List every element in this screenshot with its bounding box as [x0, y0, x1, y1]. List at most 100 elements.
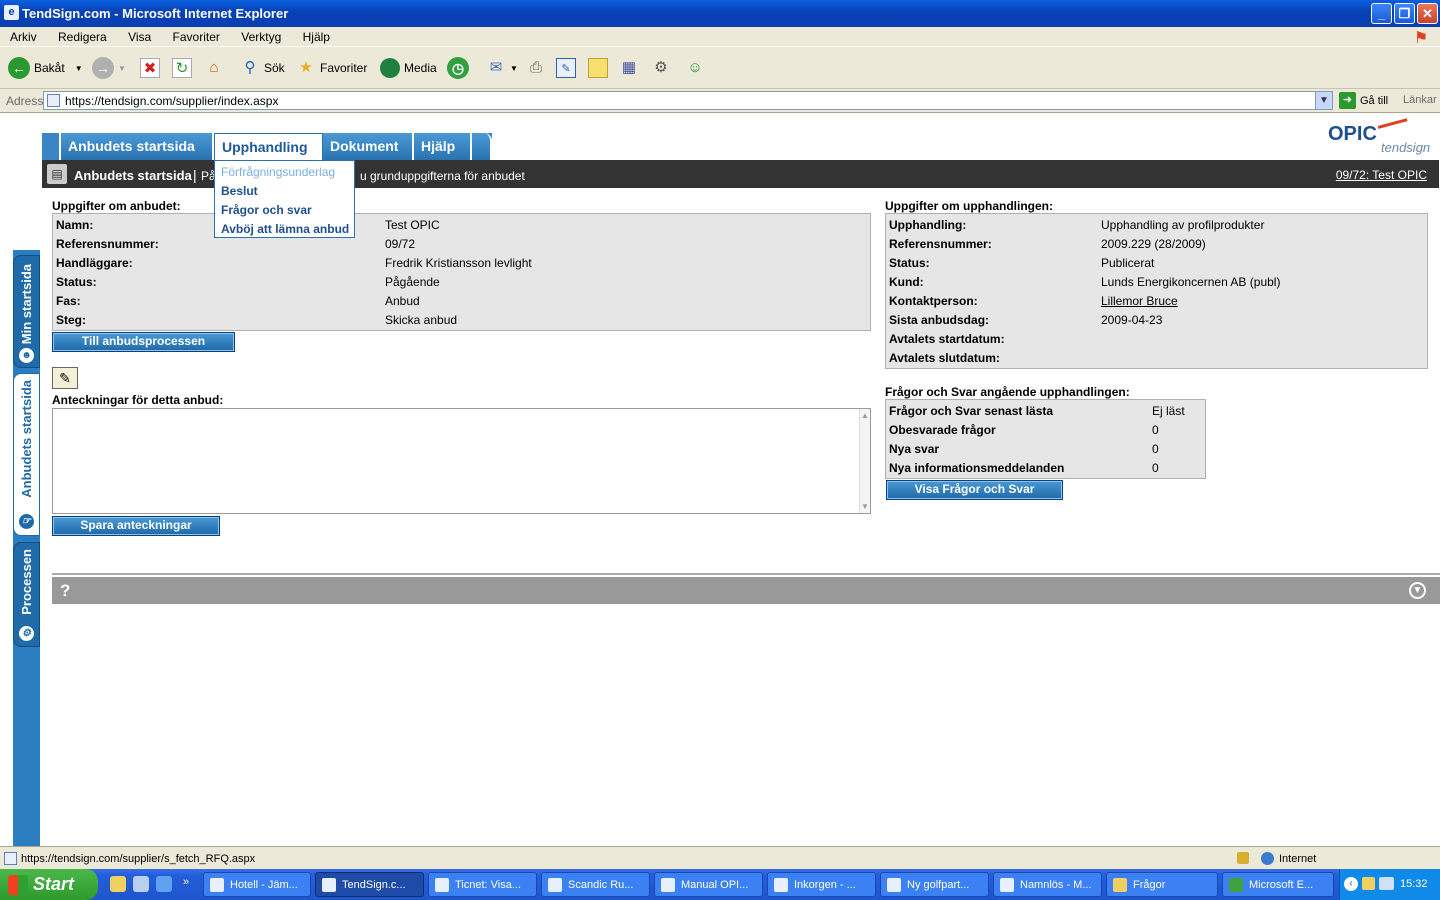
stop-button[interactable]: ✖	[140, 56, 160, 80]
address-bar: Adress https://tendsign.com/supplier/ind…	[0, 89, 1440, 113]
help-bar: ? ▼	[52, 577, 1440, 604]
zone-label: Internet	[1279, 853, 1317, 865]
user-icon: ☻	[19, 348, 34, 363]
bid-reference-link[interactable]: 09/72: Test OPIC	[1336, 168, 1427, 182]
nav-tab-upphandling[interactable]: Upphandling	[214, 133, 323, 160]
window-icon	[435, 878, 449, 892]
taskbar-label: Hotell - Jäm...	[230, 879, 298, 891]
outlook-icon	[774, 878, 788, 892]
history-button[interactable]: ◷	[447, 56, 469, 80]
ie-icon[interactable]	[156, 876, 172, 892]
media-globe-icon	[380, 58, 400, 78]
tools-button[interactable]: ⚙	[651, 56, 671, 80]
quicklaunch-icon[interactable]	[133, 876, 149, 892]
nav-tab-spacer	[42, 133, 61, 160]
lock-icon	[1237, 852, 1249, 864]
nav-tab-dokument[interactable]: Dokument	[323, 133, 414, 160]
field-value: Pågående	[385, 275, 440, 289]
menu-item-fragor-och-svar[interactable]: Frågor och svar	[221, 203, 312, 217]
field-label: Status:	[889, 256, 930, 270]
home-button[interactable]: ⌂	[204, 56, 224, 80]
expand-chevron-icon[interactable]: ▼	[1409, 582, 1426, 599]
nav-tab-end	[472, 133, 492, 160]
edit-button[interactable]: ✎	[556, 56, 576, 80]
taskbar-item[interactable]: Frågor	[1106, 872, 1218, 897]
notes-scrollbar[interactable]: ▲ ▼	[859, 409, 870, 513]
network-icon[interactable]	[1379, 877, 1394, 890]
links-button[interactable]: Länkar	[1403, 94, 1437, 106]
qa-section-title: Frågor och Svar angående upphandlingen:	[885, 385, 1130, 399]
go-button[interactable]: ➜ Gå till	[1339, 92, 1388, 109]
media-button[interactable]: Media	[380, 56, 437, 80]
side-tab-anbudets-startsida[interactable]: Anbudets startsida ☞	[13, 373, 40, 536]
menu-item-avboj[interactable]: Avböj att lämna anbud	[221, 222, 349, 236]
messenger-button[interactable]: ☺	[685, 56, 705, 80]
quicklaunch-expand-icon[interactable]: »	[183, 876, 189, 888]
field-value: 0	[1152, 442, 1159, 456]
tray-collapse-icon[interactable]: ‹	[1344, 877, 1358, 891]
menu-visa[interactable]: Visa	[128, 27, 151, 44]
refresh-button[interactable]: ↻	[172, 56, 192, 80]
excel-icon	[1229, 878, 1243, 892]
research-button[interactable]: ▦	[619, 56, 639, 80]
back-button[interactable]: ← Bakåt ▼	[8, 56, 83, 80]
tray-app-icon[interactable]	[1362, 877, 1375, 890]
scroll-down-icon[interactable]: ▼	[861, 502, 869, 511]
window-icon	[548, 878, 562, 892]
restore-button[interactable]: ❐	[1394, 3, 1415, 24]
taskbar-item[interactable]: TendSign.c...	[315, 872, 424, 897]
menu-item-forfragningsunderlag[interactable]: Förfrågningsunderlag	[221, 165, 335, 179]
discuss-button[interactable]	[588, 56, 608, 80]
window-title-bar[interactable]: e TendSign.com - Microsoft Internet Expl…	[0, 0, 1440, 27]
menu-favoriter[interactable]: Favoriter	[173, 27, 220, 44]
nav-tab-anbudets-startsida[interactable]: Anbudets startsida	[61, 133, 214, 160]
field-value: Fredrik Kristiansson levlight	[385, 256, 532, 270]
address-input[interactable]: https://tendsign.com/supplier/index.aspx…	[43, 91, 1333, 110]
menu-arkiv[interactable]: Arkiv	[10, 27, 37, 44]
notes-textarea[interactable]	[52, 408, 871, 514]
chevron-down-icon[interactable]: ▼	[1315, 92, 1332, 109]
menu-item-beslut[interactable]: Beslut	[221, 184, 258, 198]
menu-redigera[interactable]: Redigera	[58, 27, 107, 44]
help-icon[interactable]: ?	[60, 581, 70, 601]
spara-anteckningar-button[interactable]: Spara anteckningar	[52, 516, 220, 536]
favorites-button[interactable]: ★ Favoriter	[296, 56, 367, 80]
header-separator: |	[193, 167, 197, 183]
clock[interactable]: 15:32	[1400, 878, 1428, 890]
taskbar-item[interactable]: Hotell - Jäm...	[203, 872, 311, 897]
taskbar-item[interactable]: Ny golfpart...	[880, 872, 989, 897]
search-button[interactable]: ⚲ Sök	[240, 56, 285, 80]
taskbar-item[interactable]: Namnlös - M...	[993, 872, 1102, 897]
mail-button[interactable]: ✉ ▼	[486, 56, 518, 80]
contact-person-link[interactable]: Lillemor Bruce	[1101, 294, 1178, 308]
side-tab-min-startsida[interactable]: Min startsida ☻	[13, 255, 40, 368]
scroll-up-icon[interactable]: ▲	[861, 411, 869, 420]
menu-hjalp[interactable]: Hjälp	[303, 27, 330, 44]
taskbar-item[interactable]: Inkorgen - ...	[767, 872, 876, 897]
side-tab-processen[interactable]: Processen ⚙	[13, 542, 40, 647]
taskbar-label: Frågor	[1133, 879, 1166, 891]
taskbar-item[interactable]: Scandic Ru...	[541, 872, 650, 897]
forward-button[interactable]: → ▼	[92, 56, 126, 80]
minimize-button[interactable]: _	[1371, 3, 1392, 24]
start-label: Start	[33, 874, 75, 894]
quicklaunch-icon[interactable]	[110, 876, 126, 892]
till-anbudsprocessen-button[interactable]: Till anbudsprocessen	[52, 332, 235, 352]
internet-zone-icon	[1261, 852, 1274, 865]
taskbar-item[interactable]: Ticnet: Visa...	[428, 872, 537, 897]
taskbar-item[interactable]: Manual OPI...	[654, 872, 763, 897]
chevron-down-icon[interactable]: ▼	[75, 64, 83, 73]
field-value: Publicerat	[1101, 256, 1155, 270]
start-button[interactable]: Start	[0, 869, 98, 900]
nav-tab-hjalp[interactable]: Hjälp	[414, 133, 472, 160]
gear-icon: ⚙	[19, 626, 34, 641]
search-icon: ⚲	[244, 59, 256, 76]
logo-swoosh-icon	[1377, 118, 1409, 132]
visa-fragor-och-svar-button[interactable]: Visa Frågor och Svar	[886, 480, 1063, 500]
menu-verktyg[interactable]: Verktyg	[241, 27, 281, 44]
gear-icon: ⚙	[654, 59, 668, 76]
field-label: Referensnummer:	[889, 237, 992, 251]
print-button[interactable]: ⎙	[526, 56, 546, 80]
taskbar-item[interactable]: Microsoft E...	[1222, 872, 1334, 897]
close-button[interactable]: ✕	[1417, 3, 1438, 24]
